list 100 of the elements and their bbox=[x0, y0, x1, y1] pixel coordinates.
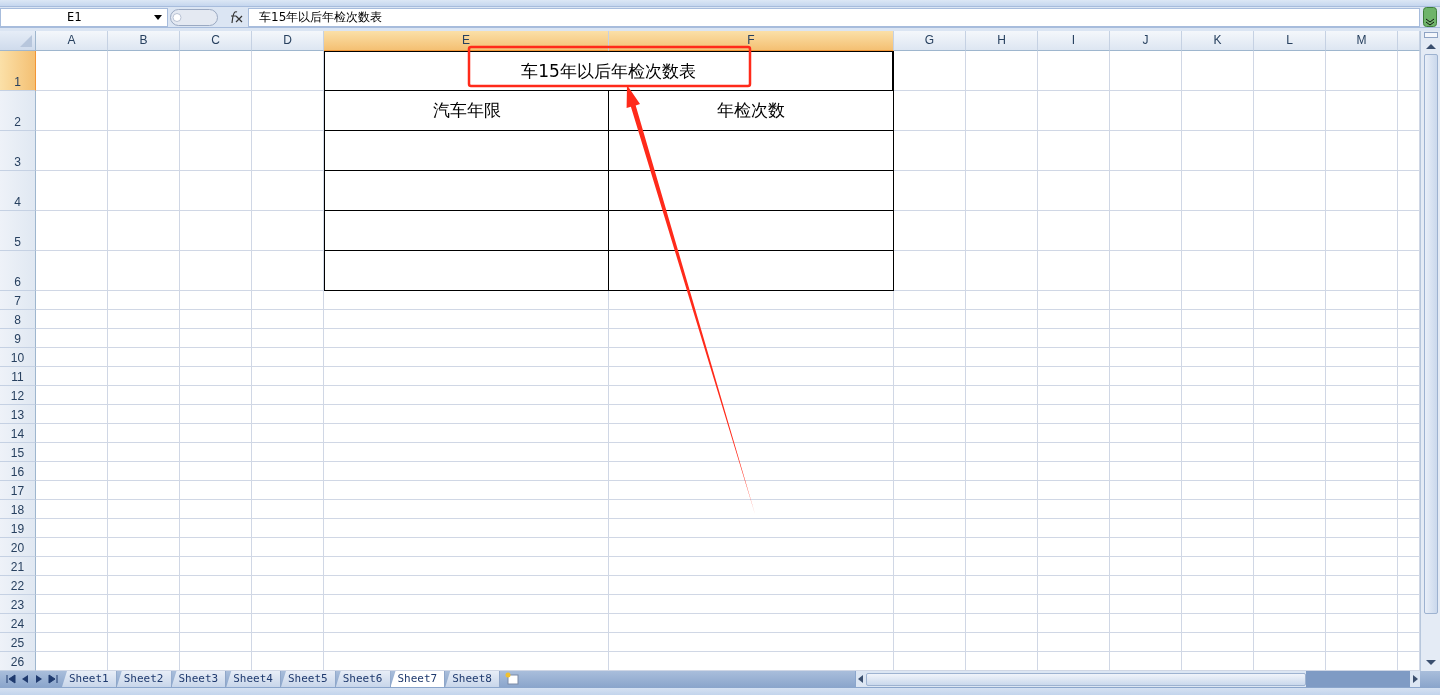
grid-cell[interactable] bbox=[36, 51, 108, 91]
grid-cell[interactable] bbox=[1182, 386, 1254, 405]
grid-cell[interactable] bbox=[1110, 348, 1182, 367]
grid-cell[interactable] bbox=[1326, 348, 1398, 367]
grid-cell[interactable] bbox=[252, 519, 324, 538]
grid-cell[interactable] bbox=[1326, 131, 1398, 171]
grid-cell[interactable] bbox=[324, 576, 609, 595]
grid-cell[interactable] bbox=[324, 633, 609, 652]
grid-cell[interactable] bbox=[894, 614, 966, 633]
row-header[interactable]: 9 bbox=[0, 329, 36, 348]
grid-cell[interactable] bbox=[108, 519, 180, 538]
row-header[interactable]: 11 bbox=[0, 367, 36, 386]
grid-cell[interactable] bbox=[108, 51, 180, 91]
grid-cell[interactable] bbox=[324, 348, 609, 367]
grid-cell[interactable] bbox=[36, 538, 108, 557]
grid-cell[interactable] bbox=[252, 481, 324, 500]
grid-cell[interactable] bbox=[1038, 310, 1110, 329]
grid-cell[interactable] bbox=[36, 576, 108, 595]
column-header[interactable]: C bbox=[180, 31, 252, 51]
grid-cell[interactable] bbox=[1038, 519, 1110, 538]
grid-cell[interactable] bbox=[252, 211, 324, 251]
grid-cell[interactable] bbox=[1182, 614, 1254, 633]
grid-cell[interactable] bbox=[252, 595, 324, 614]
grid-cell[interactable] bbox=[966, 348, 1038, 367]
grid-cell[interactable] bbox=[1182, 443, 1254, 462]
grid-cell[interactable] bbox=[1254, 348, 1326, 367]
row-header[interactable]: 16 bbox=[0, 462, 36, 481]
grid-cell[interactable] bbox=[252, 91, 324, 131]
grid-cell[interactable] bbox=[252, 51, 324, 91]
grid-cell[interactable] bbox=[1254, 481, 1326, 500]
grid-cell[interactable] bbox=[609, 462, 894, 481]
sheet-tab[interactable]: Sheet2 bbox=[116, 671, 172, 687]
grid-cell[interactable] bbox=[1110, 91, 1182, 131]
grid-cell[interactable] bbox=[966, 171, 1038, 211]
grid-cell[interactable] bbox=[108, 386, 180, 405]
grid-cell[interactable] bbox=[1254, 614, 1326, 633]
grid-cell[interactable] bbox=[894, 481, 966, 500]
grid-cell[interactable] bbox=[36, 348, 108, 367]
grid-cell[interactable] bbox=[894, 424, 966, 443]
grid-cell[interactable] bbox=[324, 614, 609, 633]
grid-cell[interactable] bbox=[1182, 519, 1254, 538]
scroll-thumb[interactable] bbox=[866, 672, 1306, 686]
grid-cell[interactable] bbox=[609, 405, 894, 424]
grid-cell[interactable] bbox=[894, 367, 966, 386]
grid-cell[interactable] bbox=[36, 481, 108, 500]
grid-cell[interactable] bbox=[609, 386, 894, 405]
grid-cell[interactable] bbox=[1254, 633, 1326, 652]
grid-cell[interactable] bbox=[252, 329, 324, 348]
table-cell[interactable] bbox=[324, 131, 609, 171]
grid-cell[interactable] bbox=[108, 291, 180, 310]
grid-cell[interactable] bbox=[180, 310, 252, 329]
grid-cell[interactable] bbox=[894, 251, 966, 291]
row-header[interactable]: 18 bbox=[0, 500, 36, 519]
grid-cell[interactable] bbox=[1254, 595, 1326, 614]
grid-cell[interactable] bbox=[1254, 443, 1326, 462]
row-header[interactable]: 8 bbox=[0, 310, 36, 329]
grid-cell[interactable] bbox=[1110, 424, 1182, 443]
grid-cell[interactable] bbox=[180, 519, 252, 538]
grid-cell[interactable] bbox=[609, 557, 894, 576]
grid-cell[interactable] bbox=[1326, 633, 1398, 652]
grid-cell[interactable] bbox=[966, 424, 1038, 443]
row-header[interactable]: 19 bbox=[0, 519, 36, 538]
grid-cell[interactable] bbox=[966, 595, 1038, 614]
grid-cell[interactable] bbox=[252, 424, 324, 443]
grid-cell[interactable] bbox=[1110, 405, 1182, 424]
grid-cell[interactable] bbox=[894, 131, 966, 171]
grid-cell[interactable] bbox=[324, 367, 609, 386]
grid-cell[interactable] bbox=[1326, 211, 1398, 251]
grid-cell[interactable] bbox=[1038, 614, 1110, 633]
grid-cell[interactable] bbox=[36, 405, 108, 424]
grid-cell[interactable] bbox=[1110, 614, 1182, 633]
grid-cell[interactable] bbox=[1326, 481, 1398, 500]
select-all-button[interactable] bbox=[0, 31, 36, 51]
table-header-cell[interactable]: 汽车年限 bbox=[324, 91, 609, 131]
grid-cell[interactable] bbox=[36, 386, 108, 405]
row-header[interactable]: 6 bbox=[0, 251, 36, 291]
sheet-tab[interactable]: Sheet5 bbox=[281, 671, 336, 687]
grid-cell[interactable] bbox=[252, 310, 324, 329]
grid-cell[interactable] bbox=[1110, 386, 1182, 405]
grid-cell[interactable] bbox=[36, 310, 108, 329]
grid-cell[interactable] bbox=[1110, 481, 1182, 500]
grid-cell[interactable] bbox=[252, 131, 324, 171]
row-header[interactable]: 5 bbox=[0, 211, 36, 251]
grid-cell[interactable] bbox=[1038, 329, 1110, 348]
grid-cell[interactable] bbox=[1038, 443, 1110, 462]
row-header[interactable]: 17 bbox=[0, 481, 36, 500]
grid-cell[interactable] bbox=[966, 131, 1038, 171]
column-header[interactable]: I bbox=[1038, 31, 1110, 51]
grid-cell[interactable] bbox=[1254, 462, 1326, 481]
grid-cell[interactable] bbox=[1110, 310, 1182, 329]
grid-cell[interactable] bbox=[609, 481, 894, 500]
grid-cell[interactable] bbox=[1326, 291, 1398, 310]
grid-cell[interactable] bbox=[1110, 519, 1182, 538]
grid-cell[interactable] bbox=[894, 310, 966, 329]
grid-cell[interactable] bbox=[894, 633, 966, 652]
grid-cell[interactable] bbox=[180, 576, 252, 595]
grid-cell[interactable] bbox=[1254, 91, 1326, 131]
grid-cell[interactable] bbox=[324, 595, 609, 614]
grid-cell[interactable] bbox=[252, 386, 324, 405]
grid-cell[interactable] bbox=[180, 348, 252, 367]
